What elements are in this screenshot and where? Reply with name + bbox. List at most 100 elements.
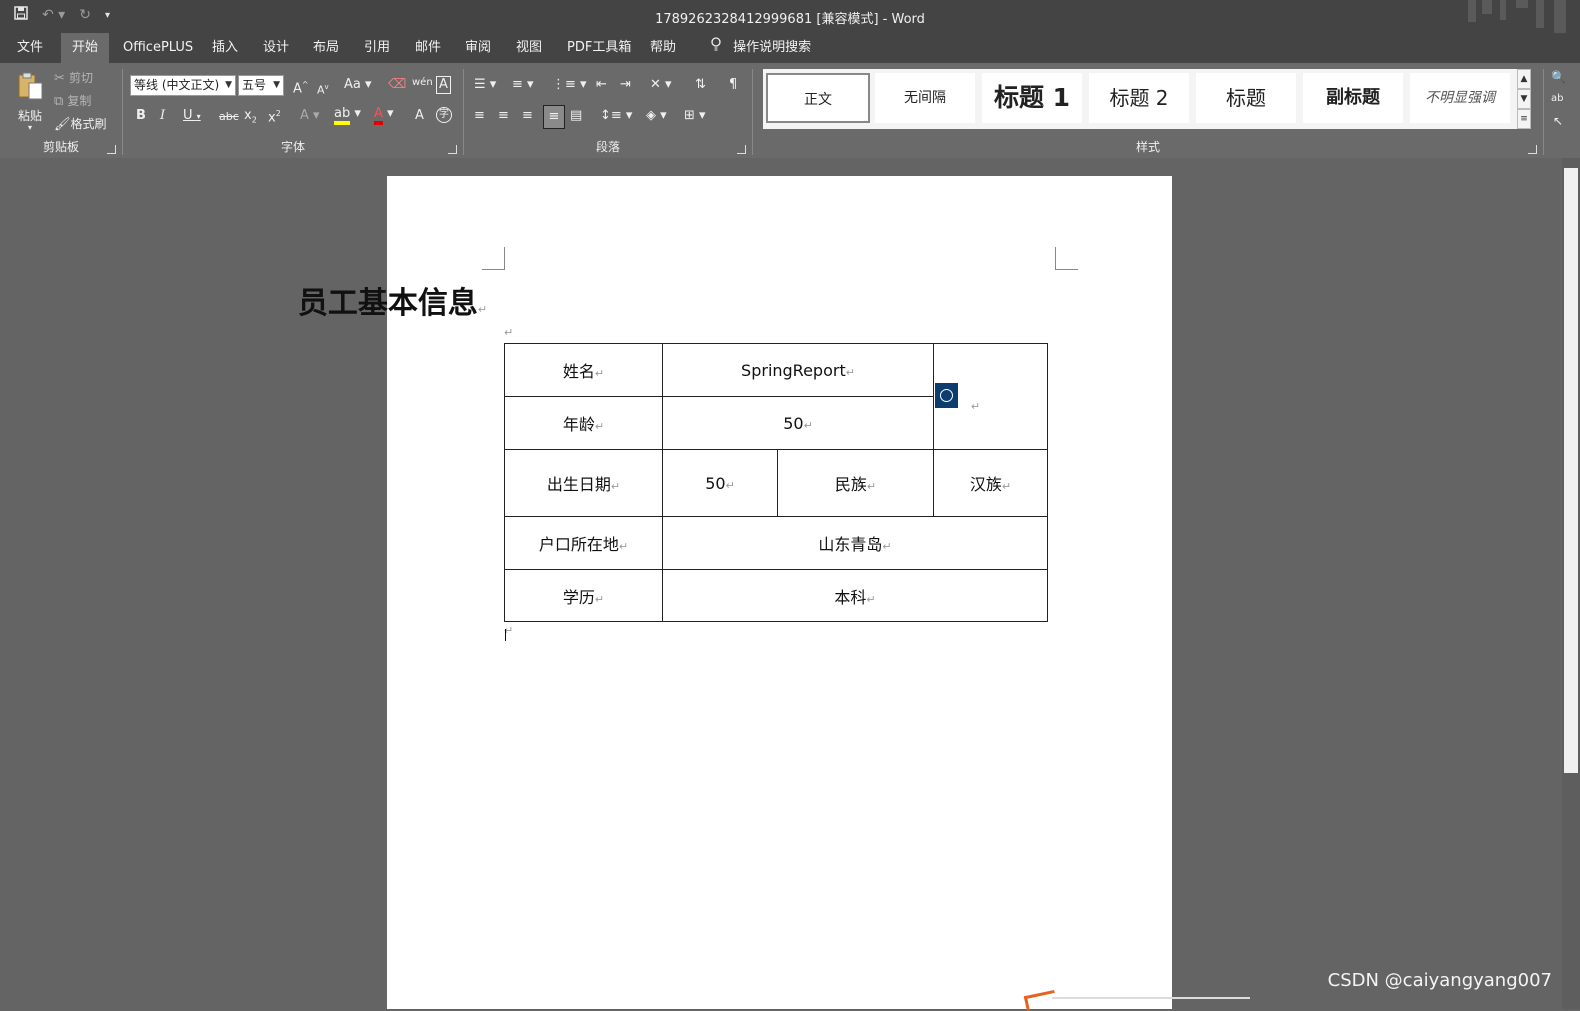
hukou-label: 户口所在地	[538, 535, 619, 554]
select-icon[interactable]: ↖	[1553, 113, 1563, 129]
highlight-color-icon[interactable]: ab ▾	[334, 106, 361, 125]
font-launcher-icon[interactable]	[448, 145, 457, 154]
document-heading: 员工基本信息↵	[0, 278, 785, 322]
bullets-icon[interactable]: ☰ ▾	[474, 77, 496, 93]
styles-group-label: 样式	[1135, 140, 1160, 154]
margin-corner	[482, 247, 505, 270]
tab-help[interactable]: 帮助	[639, 33, 687, 63]
table-cell[interactable]: 民族↵	[777, 449, 934, 517]
education-value: 本科	[834, 587, 867, 607]
clear-formatting-icon[interactable]: ⌫	[388, 77, 406, 93]
shading-icon[interactable]: ◈ ▾	[646, 108, 667, 124]
font-group: 等线 (中文正文) ▼ 五号 ▼ A^ Av Aa ▾ ⌫ wén A B I U …	[123, 63, 463, 158]
tab-review[interactable]: 审阅	[454, 33, 502, 63]
table-cell[interactable]: 本科↵	[662, 569, 1048, 622]
table-cell[interactable]: 出生日期↵	[504, 449, 663, 517]
tab-references[interactable]: 引用	[353, 33, 401, 63]
tab-file[interactable]: 文件	[6, 33, 54, 63]
tab-view[interactable]: 视图	[505, 33, 553, 63]
decrease-indent-icon[interactable]: ⇤	[596, 77, 607, 93]
table-cell[interactable]: 50↵	[662, 396, 934, 450]
table-cell[interactable]: SpringReport↵	[662, 343, 934, 397]
character-shading-icon[interactable]: A	[415, 108, 424, 124]
cell-mark: ↵	[866, 592, 876, 606]
table-cell[interactable]: 山东青岛↵	[662, 516, 1048, 570]
vertical-scrollbar[interactable]	[1562, 158, 1580, 1009]
paragraph-launcher-icon[interactable]	[737, 145, 746, 154]
find-icon[interactable]: 🔍	[1551, 69, 1566, 85]
table-cell[interactable]: 汉族↵	[933, 449, 1048, 517]
tab-pdf-toolbox[interactable]: PDF工具箱	[556, 33, 642, 63]
multilevel-list-icon[interactable]: ⋮≡ ▾	[552, 77, 587, 93]
tab-insert[interactable]: 插入	[201, 33, 249, 63]
format-painter-button[interactable]: 🖌格式刷	[54, 116, 107, 133]
align-left-icon[interactable]: ≡	[474, 108, 485, 124]
font-group-label: 字体	[280, 140, 305, 154]
tab-layout[interactable]: 布局	[302, 33, 350, 63]
font-size-select[interactable]: 五号 ▼	[238, 75, 284, 96]
align-center-icon[interactable]: ≡	[498, 108, 509, 124]
underline-icon[interactable]: U ▾	[183, 108, 201, 125]
show-marks-icon[interactable]: ¶	[729, 77, 737, 93]
copy-button[interactable]: ⧉ 复制	[54, 93, 91, 110]
table-cell[interactable]: 年龄↵	[504, 396, 663, 450]
table-cell[interactable]: 户口所在地↵	[504, 516, 663, 570]
age-value: 50	[783, 413, 804, 433]
italic-icon[interactable]: I	[160, 108, 165, 124]
paragraph-group-label: 段落	[595, 140, 620, 154]
age-label: 年龄	[562, 415, 595, 434]
increase-indent-icon[interactable]: ⇥	[620, 77, 631, 93]
line-spacing-icon[interactable]: ↕≡ ▾	[600, 108, 632, 124]
tab-mailings[interactable]: 邮件	[404, 33, 452, 63]
tab-design[interactable]: 设计	[252, 33, 300, 63]
title-decoration	[1450, 0, 1580, 33]
change-case-icon[interactable]: Aa ▾	[344, 77, 372, 93]
cell-mark: ↵	[594, 592, 605, 606]
paste-dropdown-icon: ▾	[27, 123, 32, 132]
chinese-layout-icon[interactable]: ✕ ▾	[650, 77, 672, 93]
sort-icon[interactable]: ⇅	[695, 77, 706, 93]
table-row: 姓名↵ SpringReport↵ ↵	[504, 343, 1048, 450]
table-row: 学历↵ 本科↵	[504, 569, 1048, 622]
subscript-icon[interactable]: x2	[244, 108, 257, 129]
paste-icon	[18, 72, 43, 100]
shrink-font-icon[interactable]: Av	[317, 79, 329, 99]
numbering-icon[interactable]: ≡ ▾	[512, 77, 534, 93]
styles-launcher-icon[interactable]	[1528, 145, 1537, 154]
enclose-characters-icon[interactable]: 字	[436, 107, 452, 123]
cut-label: 剪切	[69, 71, 94, 85]
tell-me-search[interactable]: 操作说明搜索	[700, 33, 822, 63]
phonetic-guide-icon[interactable]: wén	[412, 75, 433, 91]
table-cell[interactable]: 学历↵	[504, 569, 663, 622]
borders-icon[interactable]: ⊞ ▾	[684, 108, 706, 124]
cut-button[interactable]: ✂ 剪切	[54, 70, 93, 87]
ribbon: 粘贴 ▾ ✂ 剪切 ⧉ 复制 🖌格式刷 剪贴板 等线 (中文正文) ▼ 五号 ▼ A…	[0, 63, 1580, 158]
distributed-icon[interactable]: ▤	[570, 108, 582, 124]
font-color-icon[interactable]: A ▾	[374, 106, 394, 125]
table-cell[interactable]: 姓名↵	[504, 343, 663, 397]
justify-icon[interactable]: ≡	[543, 105, 565, 129]
character-border-icon[interactable]: A	[436, 76, 451, 94]
strikethrough-icon[interactable]: abc	[219, 109, 239, 125]
name-label: 姓名	[562, 362, 595, 381]
superscript-icon[interactable]: x2	[268, 106, 281, 126]
tell-me-label: 操作说明搜索	[733, 40, 812, 55]
tab-officeplus[interactable]: OfficePLUS	[112, 33, 204, 63]
font-name-select[interactable]: 等线 (中文正文) ▼	[130, 75, 236, 96]
cell-mark: ↵	[882, 540, 892, 553]
align-right-icon[interactable]: ≡	[522, 108, 533, 124]
tab-home[interactable]: 开始	[61, 33, 109, 63]
bold-icon[interactable]: B	[136, 108, 146, 124]
scrollbar-thumb[interactable]	[1564, 168, 1578, 773]
grow-font-icon[interactable]: A^	[293, 77, 309, 97]
table-cell[interactable]: 50↵	[662, 449, 778, 517]
employee-info-table[interactable]: 姓名↵ SpringReport↵ ↵ 年龄↵ 50↵ 出生日期↵ 50↵ 民族…	[504, 343, 1048, 622]
cell-mark: ↵	[803, 418, 813, 432]
clipboard-launcher-icon[interactable]	[107, 145, 116, 154]
replace-icon[interactable]: ab	[1551, 91, 1563, 107]
clock-icon[interactable]	[935, 383, 958, 408]
text-effects-icon[interactable]: A ▾	[300, 108, 320, 124]
paste-button[interactable]: 粘贴 ▾	[12, 69, 48, 132]
lightbulb-icon	[711, 37, 725, 55]
paragraph-group: ☰ ▾ ≡ ▾ ⋮≡ ▾ ⇤ ⇥ ✕ ▾ ⇅ ¶ ≡ ≡ ≡ ≡ ▤ ↕≡ ▾ …	[464, 63, 752, 158]
